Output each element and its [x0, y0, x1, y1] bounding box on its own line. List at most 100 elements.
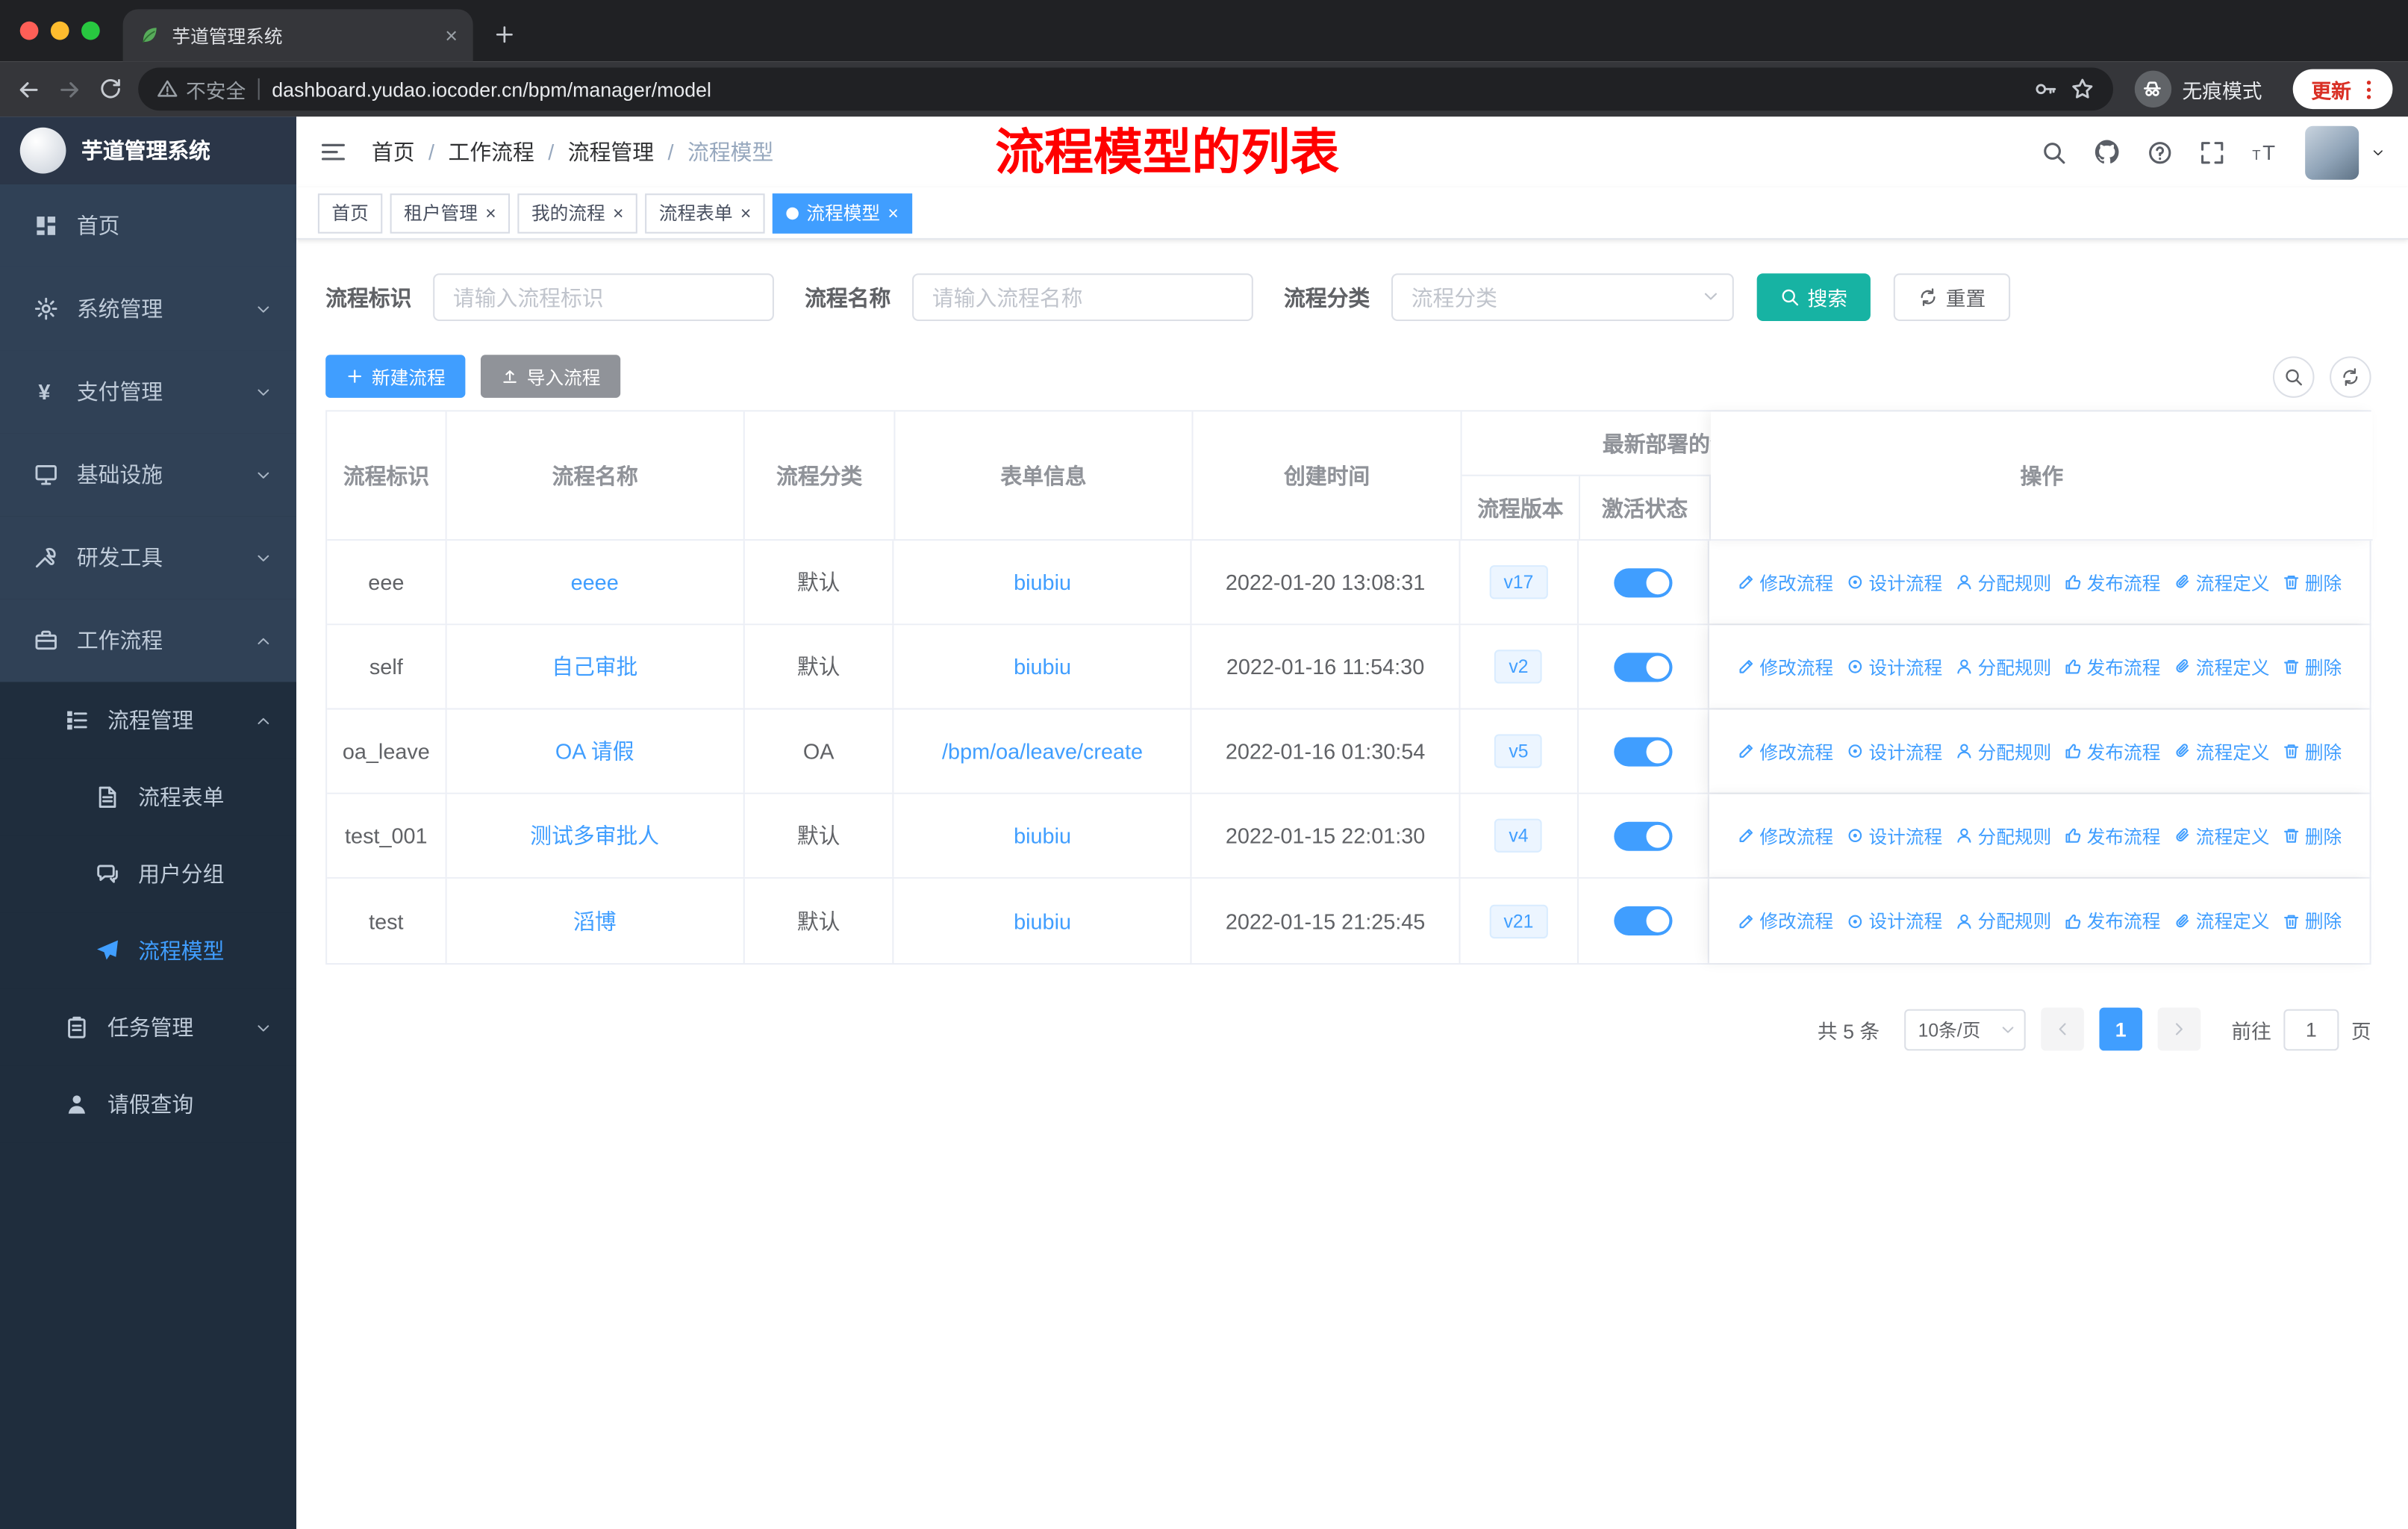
op-assign[interactable]: 分配规则	[1955, 908, 2051, 934]
view-tag-4[interactable]: 流程模型 ×	[773, 193, 913, 233]
op-design[interactable]: 设计流程	[1846, 738, 1942, 764]
sidebar-item-1[interactable]: 系统管理	[0, 267, 297, 351]
op-publish[interactable]: 发布流程	[2064, 569, 2160, 595]
op-design[interactable]: 设计流程	[1846, 569, 1942, 595]
refresh-table-button[interactable]	[2330, 355, 2371, 397]
tab-close-icon[interactable]: ×	[445, 25, 458, 46]
sidebar-item-2[interactable]: ¥ 支付管理	[0, 350, 297, 434]
op-edit[interactable]: 修改流程	[1736, 738, 1833, 764]
view-tag-2[interactable]: 我的流程 ×	[517, 193, 637, 233]
op-assign[interactable]: 分配规则	[1955, 653, 2051, 679]
form-link[interactable]: /bpm/oa/leave/create	[942, 739, 1143, 764]
form-link[interactable]: biubiu	[1014, 654, 1071, 679]
version-tag[interactable]: v2	[1494, 650, 1542, 684]
op-definition[interactable]: 流程定义	[2173, 823, 2270, 849]
view-tag-1[interactable]: 租户管理 ×	[390, 193, 511, 233]
op-assign[interactable]: 分配规则	[1955, 823, 2051, 849]
import-process-button[interactable]: 导入流程	[480, 355, 621, 398]
process-name-link[interactable]: eeee	[571, 570, 619, 594]
op-delete[interactable]: 删除	[2282, 653, 2342, 679]
github-icon[interactable]	[2093, 138, 2121, 166]
incognito-chip[interactable]: 无痕模式	[2134, 70, 2262, 108]
active-toggle[interactable]	[1613, 820, 1672, 850]
page-number-button[interactable]: 1	[2099, 1007, 2143, 1051]
form-link[interactable]: biubiu	[1014, 909, 1071, 933]
update-chrome-button[interactable]: 更新	[2292, 69, 2393, 110]
new-tab-button[interactable]	[485, 16, 522, 52]
prev-page-button[interactable]	[2041, 1007, 2084, 1051]
reload-button[interactable]	[99, 77, 123, 102]
view-tag-3[interactable]: 流程表单 ×	[645, 193, 765, 233]
breadcrumb-item[interactable]: 工作流程	[449, 137, 534, 167]
op-definition[interactable]: 流程定义	[2173, 738, 2270, 764]
op-design[interactable]: 设计流程	[1846, 908, 1942, 934]
search-icon[interactable]	[2041, 139, 2067, 165]
version-tag[interactable]: v5	[1494, 734, 1542, 768]
sidebar-item-5[interactable]: 工作流程	[0, 599, 297, 682]
sidebar-item-7[interactable]: 流程表单	[0, 759, 297, 836]
op-edit[interactable]: 修改流程	[1736, 908, 1833, 934]
filter-id-input[interactable]	[433, 273, 774, 321]
version-tag[interactable]: v21	[1489, 903, 1547, 938]
sidebar-logo[interactable]: 芋道管理系统	[0, 116, 297, 184]
view-tag-0[interactable]: 首页	[317, 193, 383, 233]
op-definition[interactable]: 流程定义	[2173, 653, 2270, 679]
op-edit[interactable]: 修改流程	[1736, 569, 1833, 595]
reset-button[interactable]: 重置	[1893, 273, 2011, 321]
forward-button[interactable]	[57, 76, 83, 102]
avatar-caret-icon[interactable]	[2371, 145, 2386, 159]
sidebar-item-9[interactable]: 流程模型	[0, 912, 297, 989]
breadcrumb-item[interactable]: 流程管理	[568, 137, 654, 167]
form-link[interactable]: biubiu	[1014, 570, 1071, 594]
op-publish[interactable]: 发布流程	[2064, 823, 2160, 849]
op-publish[interactable]: 发布流程	[2064, 738, 2160, 764]
zoom-window-button[interactable]	[81, 21, 100, 40]
sidebar-item-3[interactable]: 基础设施	[0, 433, 297, 517]
op-design[interactable]: 设计流程	[1846, 653, 1942, 679]
process-name-link[interactable]: 测试多审批人	[530, 820, 659, 851]
page-size-select[interactable]: 10条/页	[1904, 1008, 2026, 1050]
op-delete[interactable]: 删除	[2282, 738, 2342, 764]
op-publish[interactable]: 发布流程	[2064, 653, 2160, 679]
sidebar-item-6[interactable]: 流程管理	[0, 682, 297, 759]
op-definition[interactable]: 流程定义	[2173, 569, 2270, 595]
password-key-icon[interactable]	[2033, 77, 2058, 102]
sidebar-item-0[interactable]: 首页	[0, 184, 297, 267]
active-toggle[interactable]	[1613, 567, 1672, 597]
next-page-button[interactable]	[2157, 1007, 2201, 1051]
hamburger-icon[interactable]	[319, 138, 347, 166]
op-design[interactable]: 设计流程	[1846, 823, 1942, 849]
close-window-button[interactable]	[19, 21, 39, 40]
op-delete[interactable]: 删除	[2282, 823, 2342, 849]
sidebar-item-10[interactable]: 任务管理	[0, 988, 297, 1066]
security-chip[interactable]: 不安全	[157, 75, 246, 104]
tag-close-icon[interactable]: ×	[613, 204, 623, 222]
process-name-link[interactable]: OA 请假	[555, 735, 634, 766]
op-assign[interactable]: 分配规则	[1955, 569, 2051, 595]
tag-close-icon[interactable]: ×	[485, 204, 496, 222]
sidebar-item-11[interactable]: 请假查询	[0, 1065, 297, 1143]
op-assign[interactable]: 分配规则	[1955, 738, 2051, 764]
tag-close-icon[interactable]: ×	[888, 204, 898, 222]
op-delete[interactable]: 删除	[2282, 908, 2342, 934]
fullscreen-icon[interactable]	[2199, 139, 2225, 165]
op-edit[interactable]: 修改流程	[1736, 653, 1833, 679]
search-button[interactable]: 搜索	[1756, 273, 1871, 321]
browser-tab[interactable]: 芋道管理系统 ×	[122, 9, 473, 62]
address-bar[interactable]: 不安全 dashboard.yudao.iocoder.cn/bpm/manag…	[138, 67, 2113, 111]
toggle-search-button[interactable]	[2272, 355, 2315, 397]
active-toggle[interactable]	[1613, 906, 1672, 935]
op-edit[interactable]: 修改流程	[1736, 823, 1833, 849]
back-button[interactable]	[16, 76, 42, 102]
font-size-icon[interactable]: TT	[2251, 138, 2279, 166]
process-name-link[interactable]: 滔博	[573, 906, 617, 936]
minimize-window-button[interactable]	[50, 21, 69, 40]
form-link[interactable]: biubiu	[1014, 823, 1071, 848]
bookmark-star-icon[interactable]	[2070, 77, 2094, 102]
active-toggle[interactable]	[1613, 736, 1672, 766]
help-icon[interactable]	[2147, 139, 2173, 165]
process-name-link[interactable]: 自己审批	[552, 651, 637, 682]
version-tag[interactable]: v17	[1489, 565, 1547, 600]
op-delete[interactable]: 删除	[2282, 569, 2342, 595]
sidebar-item-4[interactable]: 研发工具	[0, 516, 297, 600]
